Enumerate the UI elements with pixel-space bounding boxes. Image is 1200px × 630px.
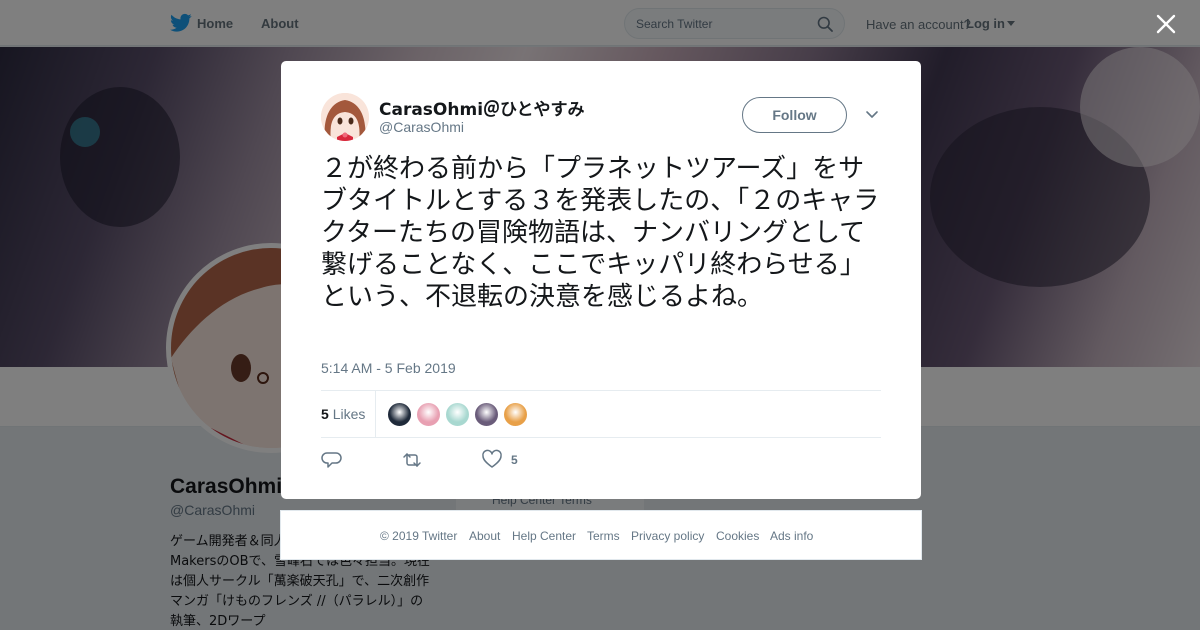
modal-footer: © 2019 Twitter About Help Center Terms P… (280, 510, 922, 560)
footer-link-privacy[interactable]: Privacy policy (631, 529, 704, 543)
tweet-timestamp[interactable]: 5:14 AM - 5 Feb 2019 (321, 360, 456, 376)
retweet-icon[interactable] (401, 449, 423, 471)
tweet-author-avatar[interactable] (321, 93, 369, 141)
reply-icon[interactable] (321, 449, 343, 471)
close-icon[interactable] (1154, 12, 1178, 36)
tweet-author-handle[interactable]: @CarasOhmi (379, 119, 464, 135)
footer-link-ads-info[interactable]: Ads info (770, 529, 813, 543)
likes-count: 5 (321, 406, 329, 422)
tweet-stats: 5 Likes (321, 390, 881, 438)
footer-link-terms[interactable]: Terms (587, 529, 620, 543)
liker-avatar[interactable] (387, 402, 412, 427)
avatar-illustration (321, 93, 369, 141)
footer-link-help-center[interactable]: Help Center (512, 529, 576, 543)
tweet-modal: CarasOhmi＠ひとやすみ @CarasOhmi Follow ２が終わる前… (281, 61, 921, 499)
follow-button[interactable]: Follow (742, 97, 847, 133)
footer-copyright: © 2019 Twitter (380, 529, 458, 543)
liker-avatar[interactable] (416, 402, 441, 427)
tweet-text: ２が終わる前から「プラネットツアーズ」をサブタイトルとする３を発表したの、「２の… (321, 154, 880, 312)
liker-avatar[interactable] (503, 402, 528, 427)
stats-divider (375, 391, 376, 438)
like-action-count: 5 (511, 453, 518, 467)
tweet-actions: 5 (321, 449, 621, 473)
liker-avatar[interactable] (445, 402, 470, 427)
liker-avatar[interactable] (474, 402, 499, 427)
likes-stat[interactable]: 5 Likes (321, 406, 365, 422)
likes-label: Likes (332, 406, 366, 422)
heart-icon[interactable] (481, 449, 503, 471)
chevron-down-icon[interactable] (865, 110, 879, 120)
footer-link-cookies[interactable]: Cookies (716, 529, 759, 543)
footer-link-about[interactable]: About (469, 529, 500, 543)
tweet-author-name[interactable]: CarasOhmi＠ひとやすみ (379, 95, 585, 120)
